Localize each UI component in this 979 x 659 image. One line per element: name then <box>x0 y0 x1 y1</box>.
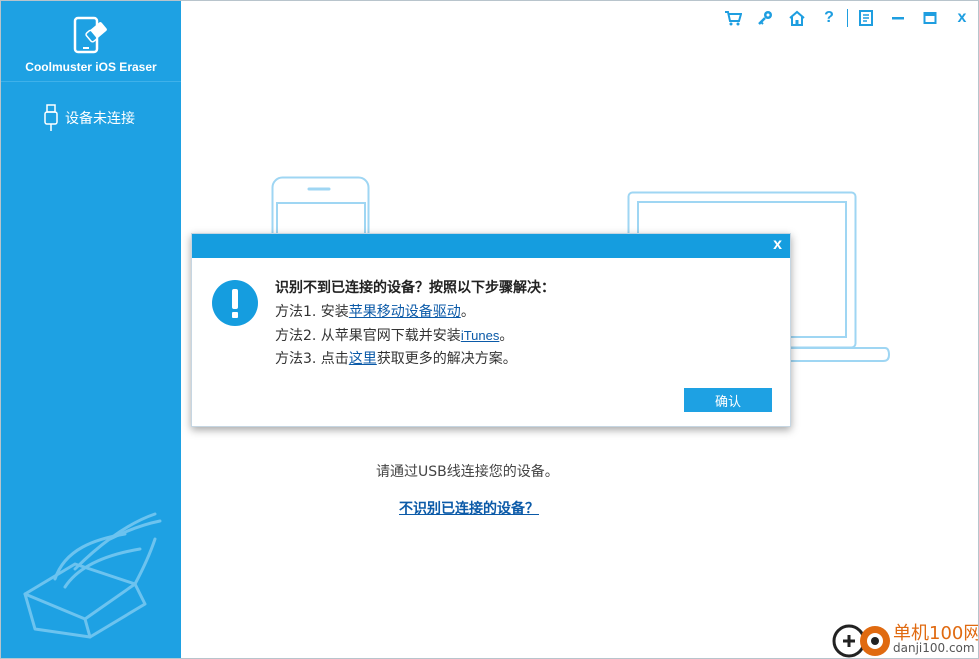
toolbar-divider <box>847 9 848 27</box>
close-icon: x <box>957 9 967 26</box>
driver-link[interactable]: 苹果移动设备驱动 <box>349 304 461 320</box>
watermark-url: danji100.com <box>893 641 975 655</box>
phone-illustration-icon <box>271 176 370 236</box>
title-toolbar: ? x <box>717 5 978 31</box>
feedback-icon <box>859 10 873 26</box>
method-2: 方法2. 从苹果官网下载并安装iTunes。 <box>275 325 513 345</box>
home-icon <box>789 10 805 26</box>
method-1-suffix: 。 <box>460 304 475 320</box>
home-button[interactable] <box>781 5 813 31</box>
dialog-heading: 识别不到已连接的设备？按照以下步骤解决： <box>275 280 555 296</box>
not-recognized-link[interactable]: 不识别已连接的设备？ <box>399 498 539 518</box>
hand-illustration-icon <box>23 512 162 639</box>
feedback-button[interactable] <box>850 5 882 31</box>
method-2-prefix: 方法2. 从苹果官网下载并安装 <box>275 328 461 344</box>
maximize-icon <box>923 12 937 24</box>
watermark: 单机100网 danji100.com <box>829 619 978 658</box>
here-link[interactable]: 这里 <box>349 351 377 367</box>
usb-icon <box>44 104 58 131</box>
method-3-prefix: 方法3. 点击 <box>275 351 349 367</box>
register-button[interactable] <box>749 5 781 31</box>
method-1: 方法1. 安装苹果移动设备驱动。 <box>275 301 475 321</box>
logo-area: Coolmuster iOS Eraser <box>1 1 181 82</box>
troubleshoot-dialog: x 识别不到已连接的设备？按照以下步骤解决： 方法1. 安装苹果移动设备驱动。 … <box>191 233 791 427</box>
help-icon: ? <box>824 9 834 26</box>
itunes-link[interactable]: iTunes <box>461 328 500 343</box>
dialog-close-button[interactable]: x <box>773 236 782 254</box>
device-status-label: 设备未连接 <box>65 111 135 127</box>
method-3: 方法3. 点击这里获取更多的解决方案。 <box>275 348 517 368</box>
confirm-button[interactable]: 确认 <box>684 388 772 412</box>
app-window: Coolmuster iOS Eraser 设备未连接 ? x 请通过USB线连… <box>0 0 979 659</box>
cart-icon <box>725 11 742 26</box>
cart-button[interactable] <box>717 5 749 31</box>
sidebar: Coolmuster iOS Eraser 设备未连接 <box>1 1 181 658</box>
dialog-titlebar: x <box>192 234 790 258</box>
key-icon <box>758 11 772 25</box>
minimize-button[interactable] <box>882 5 914 31</box>
connect-hint-text: 请通过USB线连接您的设备。 <box>376 464 559 480</box>
method-2-suffix: 。 <box>499 328 514 344</box>
app-title: Coolmuster iOS Eraser <box>25 60 157 74</box>
watermark-logo-icon <box>832 624 890 658</box>
method-1-prefix: 方法1. 安装 <box>275 304 349 320</box>
exclamation-icon <box>212 280 258 326</box>
method-3-suffix: 获取更多的解决方案。 <box>376 351 517 367</box>
close-button[interactable]: x <box>946 5 978 31</box>
maximize-button[interactable] <box>914 5 946 31</box>
help-button[interactable]: ? <box>813 5 845 31</box>
device-status-item[interactable]: 设备未连接 <box>43 104 135 132</box>
eraser-logo-icon <box>73 16 107 54</box>
minimize-icon <box>892 17 904 20</box>
